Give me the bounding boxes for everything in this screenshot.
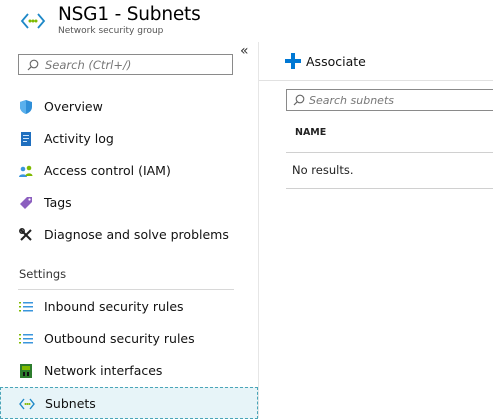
sidebar-item-label: Network interfaces	[44, 363, 163, 378]
sidebar-item-label: Tags	[44, 195, 72, 210]
page-title: NSG1 - Subnets	[58, 4, 201, 25]
sidebar-item-label: Outbound security rules	[44, 331, 195, 346]
shield-icon	[20, 100, 32, 114]
sidebar-item-diagnose[interactable]: Diagnose and solve problems	[0, 219, 258, 251]
search-icon	[27, 59, 39, 71]
subnet-search-input[interactable]	[309, 93, 489, 108]
table-divider	[286, 188, 493, 189]
sidebar-item-label: Diagnose and solve problems	[44, 227, 229, 242]
sidebar-item-label: Activity log	[44, 131, 114, 146]
collapse-sidebar-button[interactable]: «	[240, 44, 249, 58]
plus-icon	[285, 53, 301, 69]
people-icon	[19, 165, 33, 177]
sidebar-item-tags[interactable]: Tags	[0, 187, 258, 219]
sidebar-item-label: Access control (IAM)	[44, 163, 171, 178]
table-divider	[286, 152, 493, 153]
sidebar-item-outbound-rules[interactable]: Outbound security rules	[0, 323, 258, 355]
settings-section-heading: Settings	[19, 267, 67, 281]
blade-header: NSG1 - Subnets Network security group	[0, 0, 493, 42]
subnet-brackets-icon	[19, 398, 35, 410]
sidebar-item-activity-log[interactable]: Activity log	[0, 123, 258, 155]
sidebar-item-network-interfaces[interactable]: Network interfaces	[0, 355, 258, 387]
sidebar-item-subnets[interactable]: Subnets	[0, 387, 258, 419]
wrench-icon	[19, 228, 32, 241]
network-interface-icon	[20, 364, 32, 378]
tag-icon	[20, 197, 32, 209]
section-divider	[18, 289, 234, 290]
sidebar-item-inbound-rules[interactable]: Inbound security rules	[0, 291, 258, 323]
sidebar-item-label: Inbound security rules	[44, 299, 184, 314]
subnet-search[interactable]	[286, 89, 493, 111]
sidebar-item-label: Overview	[44, 99, 103, 114]
page-subtitle: Network security group	[58, 26, 164, 36]
rules-list-icon	[19, 334, 33, 344]
sidebar-search-input[interactable]	[45, 57, 225, 72]
rules-list-icon	[19, 302, 33, 312]
sidebar-search[interactable]	[18, 54, 233, 75]
sidebar-item-overview[interactable]: Overview	[0, 91, 258, 123]
activity-log-icon	[21, 132, 31, 146]
search-icon	[293, 94, 305, 106]
empty-results-text: No results.	[292, 163, 354, 177]
toolbar-divider	[259, 80, 493, 81]
associate-label: Associate	[306, 54, 366, 69]
subnet-brackets-icon	[20, 13, 46, 29]
sidebar-item-label: Subnets	[45, 396, 96, 411]
column-header-name[interactable]: NAME	[295, 127, 326, 138]
sidebar-item-access-control[interactable]: Access control (IAM)	[0, 155, 258, 187]
